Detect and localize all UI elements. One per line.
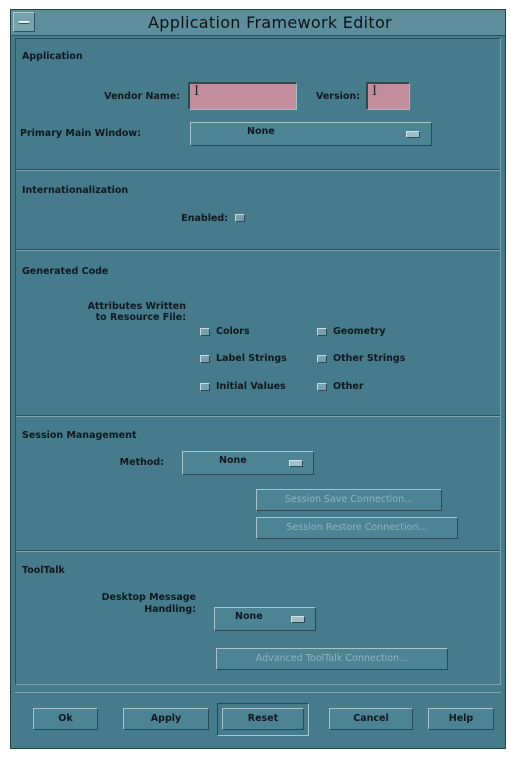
label-strings-checkbox[interactable]: [200, 355, 210, 363]
geometry-label: Geometry: [333, 326, 386, 337]
other-label: Other: [333, 381, 364, 392]
section-separator: [16, 169, 500, 171]
vendor-name-field[interactable]: I: [188, 82, 297, 110]
initial-values-label: Initial Values: [216, 381, 286, 392]
section-separator: [16, 550, 500, 552]
session-restore-connection-button[interactable]: Session Restore Connection...: [256, 517, 458, 539]
session-save-connection-button[interactable]: Session Save Connection...: [256, 489, 442, 511]
ok-button[interactable]: Ok: [33, 708, 98, 730]
primary-main-window-label: Primary Main Window:: [20, 128, 141, 139]
primary-main-window-value: None: [247, 126, 275, 137]
section-separator: [16, 249, 500, 251]
advanced-tooltalk-connection-button[interactable]: Advanced ToolTalk Connection...: [216, 648, 448, 670]
action-area: Ok Apply Reset Cancel Help: [15, 692, 501, 741]
other-checkbox[interactable]: [317, 383, 327, 391]
session-method-value: None: [219, 455, 247, 466]
help-button[interactable]: Help: [428, 708, 494, 730]
desktop-message-handling-menu[interactable]: None: [214, 607, 316, 631]
window-menu-button[interactable]: [13, 12, 35, 32]
vendor-name-value: I: [194, 84, 200, 99]
option-menu-indicator-icon: [406, 131, 420, 138]
other-strings-label: Other Strings: [333, 353, 406, 364]
option-menu-indicator-icon: [291, 616, 305, 623]
version-field[interactable]: I: [366, 82, 410, 110]
vendor-name-label: Vendor Name:: [104, 91, 180, 102]
editor-body: Application Vendor Name: I Version: I Pr…: [15, 38, 501, 685]
attributes-written-label: Attributes Written: [87, 301, 186, 312]
label-strings-label: Label Strings: [216, 353, 287, 364]
window-title: Application Framework Editor: [148, 13, 392, 32]
internationalization-section-title: Internationalization: [22, 185, 129, 196]
desktop-message-handling-value: None: [235, 611, 263, 622]
cancel-button[interactable]: Cancel: [329, 708, 413, 730]
enabled-checkbox[interactable]: [235, 214, 245, 222]
application-framework-editor-window: Application Framework Editor Application…: [10, 9, 506, 749]
reset-button[interactable]: Reset: [222, 708, 304, 730]
version-value: I: [372, 84, 378, 99]
colors-checkbox[interactable]: [200, 328, 210, 336]
other-strings-checkbox[interactable]: [317, 355, 327, 363]
colors-label: Colors: [216, 326, 250, 337]
version-label: Version:: [316, 91, 360, 102]
tooltalk-section-title: ToolTalk: [22, 565, 65, 576]
option-menu-indicator-icon: [289, 460, 303, 467]
initial-values-checkbox[interactable]: [200, 383, 210, 391]
apply-button[interactable]: Apply: [123, 708, 209, 730]
handling-label: Handling:: [144, 604, 196, 615]
generated-code-section-title: Generated Code: [22, 266, 109, 277]
session-method-menu[interactable]: None: [182, 451, 314, 475]
application-section-title: Application: [22, 51, 83, 62]
title-bar[interactable]: Application Framework Editor: [11, 10, 505, 36]
to-resource-file-label: to Resource File:: [95, 312, 186, 323]
session-management-section-title: Session Management: [22, 430, 137, 441]
primary-main-window-menu[interactable]: None: [190, 122, 432, 146]
desktop-message-label: Desktop Message: [101, 592, 196, 603]
geometry-checkbox[interactable]: [317, 328, 327, 336]
section-separator: [16, 415, 500, 417]
enabled-label: Enabled:: [181, 213, 228, 224]
method-label: Method:: [119, 457, 164, 468]
window-menu-icon: [19, 21, 29, 24]
